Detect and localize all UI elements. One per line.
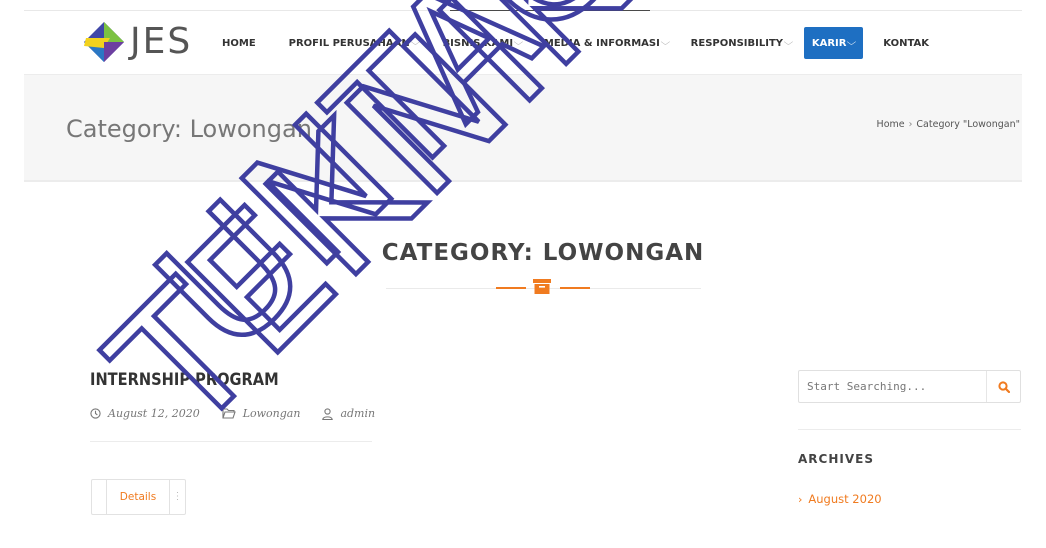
nav-label: HOME <box>222 37 256 49</box>
details-button[interactable]: Details <box>107 480 170 514</box>
page-title: CATEGORY: LOWONGAN <box>381 240 705 266</box>
folder-open-icon <box>222 408 236 419</box>
logo-text: JES <box>130 21 193 62</box>
breadcrumb-separator: › <box>908 119 913 130</box>
archive-icon <box>533 279 551 294</box>
nav-label: RESPONSIBILITY <box>690 37 784 49</box>
chevron-down-icon: ⌵ <box>847 38 857 48</box>
top-border-accent <box>450 10 650 11</box>
heading-ornament-left <box>496 287 526 289</box>
nav-item-bisnis-kami[interactable]: BISNIS KAMI ⌵ <box>442 28 524 58</box>
breadcrumb-home[interactable]: Home <box>877 119 905 130</box>
archive-link-august-2020[interactable]: › August 2020 <box>798 492 882 506</box>
post-category[interactable]: Lowongan <box>222 407 301 420</box>
post-date-text: August 12, 2020 <box>108 407 200 420</box>
nav-label: KARIR <box>811 37 847 49</box>
archive-link-label: August 2020 <box>808 492 882 506</box>
band-title: Category: Lowongan <box>66 115 312 143</box>
post-date: August 12, 2020 <box>90 407 200 420</box>
chevron-down-icon: ⌵ <box>660 38 671 48</box>
post-category-text: Lowongan <box>242 407 301 420</box>
post-meta: August 12, 2020 Lowongan admin <box>90 407 397 420</box>
nav-item-responsibility[interactable]: RESPONSIBILITY ⌵ <box>690 28 794 58</box>
page-title-band: Category: Lowongan Home › Category "Lowo… <box>24 74 1022 182</box>
nav-item-media-informasi[interactable]: MEDIA & INFORMASI ⌵ <box>543 28 671 58</box>
nav-label: MEDIA & INFORMASI <box>543 37 660 49</box>
nav-item-karir[interactable]: KARIR ⌵ <box>803 27 864 59</box>
clock-icon <box>90 408 101 419</box>
sidebar-divider <box>798 429 1021 430</box>
chevron-right-icon: › <box>798 492 803 506</box>
breadcrumb-current: Category "Lowongan" <box>916 119 1020 130</box>
post-author-text: admin <box>340 407 376 420</box>
nav-label: PROFIL PERUSAHAAN <box>288 37 410 49</box>
details-button-group: Details ⋮ <box>91 479 186 515</box>
site-header: JES HOME PROFIL PERUSAHAAN ⌵ BISNIS KAMI ⌵… <box>0 12 1046 74</box>
nav-item-home[interactable]: HOME <box>222 28 256 58</box>
user-icon <box>322 407 334 420</box>
post-divider <box>90 441 372 442</box>
site-logo[interactable]: JES <box>80 18 192 66</box>
nav-label: BISNIS KAMI <box>442 37 514 49</box>
post-author[interactable]: admin <box>322 407 375 420</box>
chevron-down-icon: ⌵ <box>513 38 524 48</box>
search-button[interactable] <box>986 371 1020 402</box>
search-input[interactable] <box>799 371 987 402</box>
more-options-icon[interactable]: ⋮ <box>170 480 185 514</box>
main-nav: HOME PROFIL PERUSAHAAN ⌵ BISNIS KAMI ⌵ MED… <box>222 27 929 59</box>
chevron-down-icon: ⌵ <box>410 38 420 48</box>
search-box <box>798 370 1021 403</box>
search-icon <box>997 380 1010 393</box>
nav-item-profil-perusahaan[interactable]: PROFIL PERUSAHAAN ⌵ <box>288 28 420 58</box>
chevron-down-icon: ⌵ <box>783 38 794 48</box>
logo-diamond-icon <box>84 22 124 62</box>
nav-item-kontak[interactable]: KONTAK <box>883 28 929 58</box>
archives-title: ARCHIVES <box>798 452 874 466</box>
nav-label: KONTAK <box>883 37 929 49</box>
heading-ornament-right <box>560 287 590 289</box>
breadcrumb: Home › Category "Lowongan" <box>877 119 1020 130</box>
post-title[interactable]: INTERNSHIP PROGRAM <box>90 370 279 390</box>
button-edge-left <box>92 480 107 514</box>
